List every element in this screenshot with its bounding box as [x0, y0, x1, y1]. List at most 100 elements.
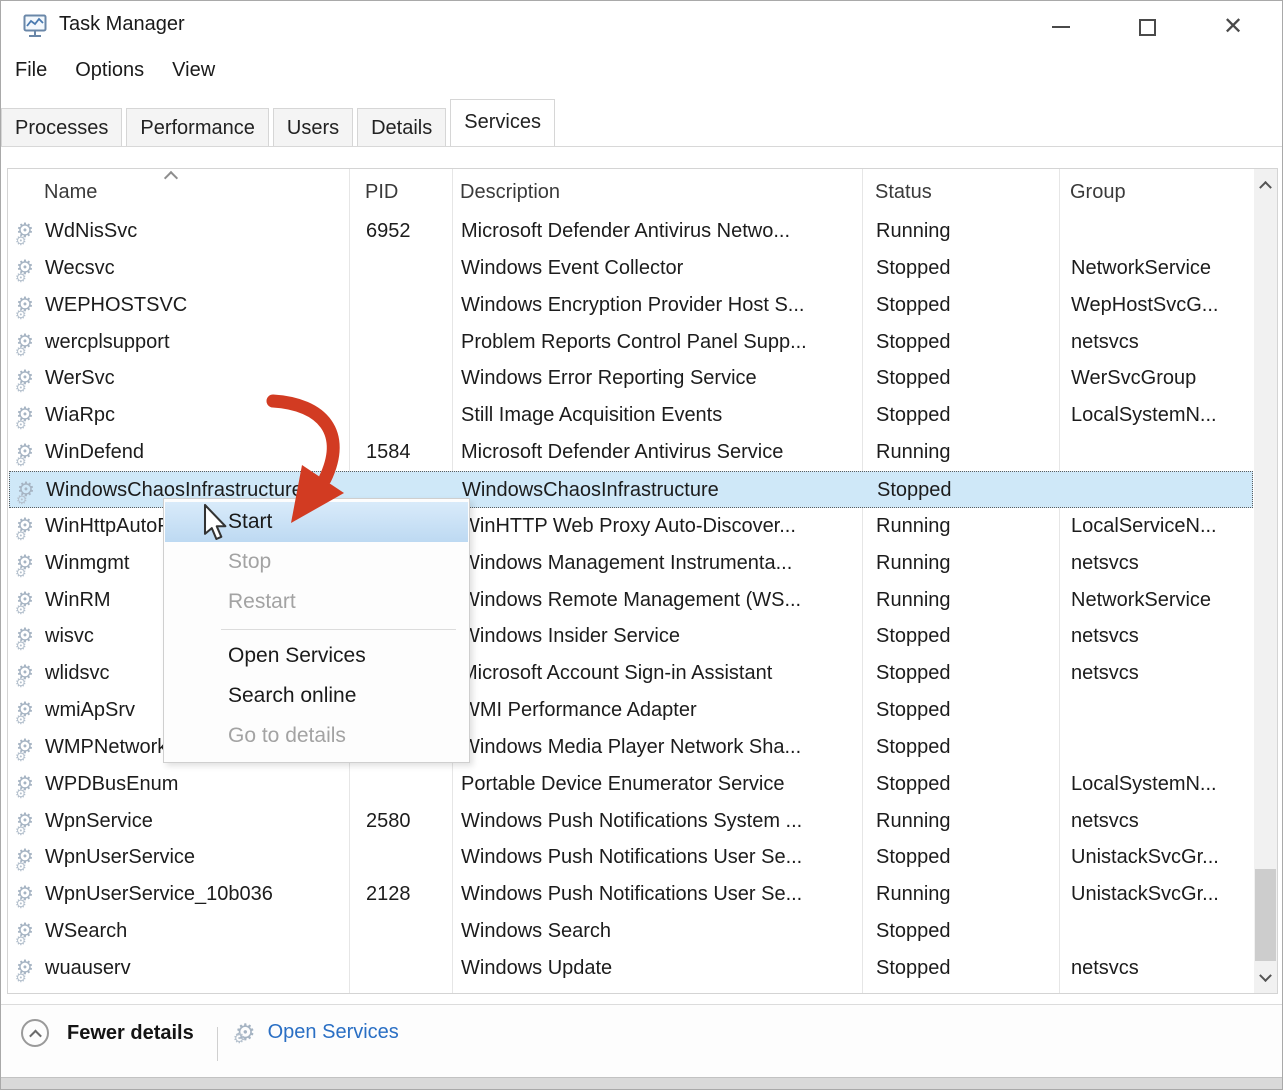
table-row[interactable]: ⚙⚙WinDefend1584Microsoft Defender Antivi… — [9, 434, 1253, 471]
cell-desc: Windows Error Reporting Service — [461, 360, 859, 397]
cell-pid: 2580 — [366, 803, 452, 840]
footer-bar: Fewer details ⚙⚙ Open Services — [1, 1005, 1282, 1079]
cell-pid — [366, 397, 452, 434]
cell-status: Running — [876, 876, 1056, 913]
cell-name: WEPHOSTSVC — [45, 287, 345, 324]
service-gear-icon: ⚙⚙ — [16, 803, 42, 840]
context-menu-item-open-services[interactable]: Open Services — [165, 636, 468, 676]
open-services-link[interactable]: ⚙⚙ Open Services — [235, 1019, 399, 1046]
table-row[interactable]: ⚙⚙WEPHOSTSVCWindows Encryption Provider … — [9, 287, 1253, 324]
close-button[interactable]: ✕ — [1209, 9, 1257, 45]
cell-status: Stopped — [876, 692, 1056, 729]
service-gear-icon: ⚙⚙ — [16, 950, 42, 987]
maximize-button[interactable] — [1123, 9, 1171, 45]
cell-desc: Windows Event Collector — [461, 250, 859, 287]
cell-name: WdNisSvc — [45, 213, 345, 250]
cell-desc: Microsoft Defender Antivirus Netwo... — [461, 213, 859, 250]
tab-processes[interactable]: Processes — [1, 108, 122, 146]
cell-desc: Windows Push Notifications System ... — [461, 803, 859, 840]
service-gear-icon: ⚙⚙ — [16, 729, 42, 766]
table-row[interactable]: ⚙⚙WpnUserServiceWindows Push Notificatio… — [9, 839, 1253, 876]
cell-group: netsvcs — [1071, 618, 1253, 655]
cell-pid: 6952 — [366, 213, 452, 250]
context-menu-item-stop[interactable]: Stop — [165, 542, 468, 582]
menu-bar: File Options View — [1, 59, 1282, 95]
menu-file[interactable]: File — [15, 59, 47, 82]
tab-services[interactable]: Services — [450, 99, 555, 146]
cell-pid — [366, 913, 452, 950]
title-bar: Task Manager ✕ — [1, 1, 1282, 53]
minimize-button[interactable] — [1037, 9, 1085, 45]
column-header-desc[interactable]: Description — [460, 169, 858, 213]
cell-status: Running — [876, 434, 1056, 471]
service-gear-icon: ⚙⚙ — [16, 360, 42, 397]
cell-name: WpnUserService — [45, 839, 345, 876]
menu-options[interactable]: Options — [75, 59, 144, 82]
chevron-up-icon — [1259, 180, 1272, 193]
vertical-scrollbar[interactable] — [1254, 169, 1277, 993]
cell-desc: Windows Push Notifications User Se... — [461, 876, 859, 913]
tab-details[interactable]: Details — [357, 108, 446, 146]
scroll-down-button[interactable] — [1254, 963, 1277, 993]
table-row[interactable]: ⚙⚙wercplsupportProblem Reports Control P… — [9, 324, 1253, 361]
cell-group — [1071, 434, 1253, 471]
services-gear-icon: ⚙⚙ — [235, 1019, 256, 1046]
menu-view[interactable]: View — [172, 59, 215, 82]
cell-status: Stopped — [876, 913, 1056, 950]
table-row[interactable]: ⚙⚙WPDBusEnumPortable Device Enumerator S… — [9, 766, 1253, 803]
cell-name: wercplsupport — [45, 324, 345, 361]
cell-status: Running — [876, 582, 1056, 619]
column-header-pid[interactable]: PID — [365, 169, 451, 213]
cell-status: Stopped — [876, 250, 1056, 287]
column-header-group[interactable]: Group — [1070, 169, 1252, 213]
cell-group: UnistackSvcGr... — [1071, 876, 1253, 913]
tab-users[interactable]: Users — [273, 108, 353, 146]
cell-name: WinDefend — [45, 434, 345, 471]
cell-group — [1071, 213, 1253, 250]
column-header-status[interactable]: Status — [875, 169, 1055, 213]
cell-group: netsvcs — [1071, 950, 1253, 987]
table-row[interactable]: ⚙⚙WecsvcWindows Event CollectorStoppedNe… — [9, 250, 1253, 287]
context-menu-item-go-to-details[interactable]: Go to details — [165, 716, 468, 756]
cell-group: UnistackSvcGr... — [1071, 839, 1253, 876]
cell-status: Stopped — [876, 397, 1056, 434]
task-manager-icon — [21, 12, 49, 40]
cell-pid — [366, 250, 452, 287]
cell-desc: Portable Device Enumerator Service — [461, 766, 859, 803]
service-gear-icon: ⚙⚙ — [16, 692, 42, 729]
cell-group — [1072, 472, 1254, 509]
table-row[interactable]: ⚙⚙WerSvcWindows Error Reporting ServiceS… — [9, 360, 1253, 397]
chevron-down-icon — [1259, 969, 1272, 982]
service-gear-icon: ⚙⚙ — [17, 472, 43, 509]
service-gear-icon: ⚙⚙ — [16, 766, 42, 803]
window-title: Task Manager — [59, 13, 185, 36]
cell-desc: Microsoft Defender Antivirus Service — [461, 434, 859, 471]
table-row[interactable]: ⚙⚙WiaRpcStill Image Acquisition EventsSt… — [9, 397, 1253, 434]
cell-pid — [366, 839, 452, 876]
scroll-up-button[interactable] — [1254, 169, 1277, 199]
cell-group — [1071, 729, 1253, 766]
service-gear-icon: ⚙⚙ — [16, 582, 42, 619]
cell-group: netsvcs — [1071, 655, 1253, 692]
cell-group: NetworkService — [1071, 582, 1253, 619]
table-row[interactable]: ⚙⚙WdNisSvc6952Microsoft Defender Antivir… — [9, 213, 1253, 250]
context-menu-item-restart[interactable]: Restart — [165, 582, 468, 622]
service-gear-icon: ⚙⚙ — [16, 250, 42, 287]
tab-strip: ProcessesPerformanceUsersDetailsServices — [1, 99, 1282, 147]
cell-status: Stopped — [877, 472, 1057, 509]
context-menu-item-start[interactable]: Start — [165, 502, 468, 542]
table-row[interactable]: ⚙⚙WpnUserService_10b0362128Windows Push … — [9, 876, 1253, 913]
tab-performance[interactable]: Performance — [126, 108, 269, 146]
scrollbar-thumb[interactable] — [1255, 869, 1276, 961]
column-header-name[interactable]: Name — [44, 169, 344, 213]
context-menu-item-search-online[interactable]: Search online — [165, 676, 468, 716]
cell-desc: Problem Reports Control Panel Supp... — [461, 324, 859, 361]
cell-desc: WinHTTP Web Proxy Auto-Discover... — [461, 508, 859, 545]
fewer-details-button[interactable]: Fewer details — [21, 1019, 194, 1047]
table-row[interactable]: ⚙⚙WSearchWindows SearchStopped — [9, 913, 1253, 950]
cell-status: Stopped — [876, 360, 1056, 397]
cell-desc: Windows Media Player Network Sha... — [461, 729, 859, 766]
table-row[interactable]: ⚙⚙wuauservWindows UpdateStoppednetsvcs — [9, 950, 1253, 987]
cell-status: Stopped — [876, 950, 1056, 987]
table-row[interactable]: ⚙⚙WpnService2580Windows Push Notificatio… — [9, 803, 1253, 840]
